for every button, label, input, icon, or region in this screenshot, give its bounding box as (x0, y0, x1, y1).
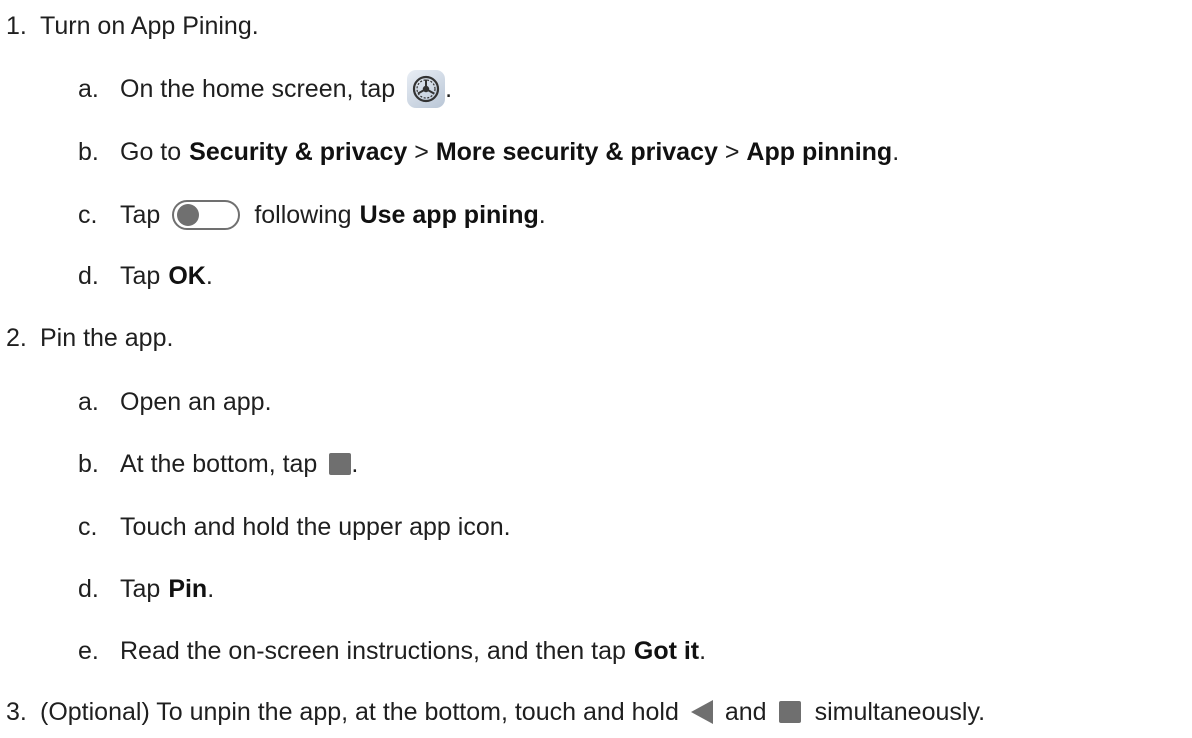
step-1: 1. Turn on App Pining. (0, 8, 259, 44)
step-1b: b. Go to Security & privacy > More secur… (78, 134, 899, 170)
step-2a: a. Open an app. (78, 384, 272, 420)
substep-text: Tap (120, 200, 161, 229)
step-text: Pin the app. (40, 323, 174, 352)
substep-text: Tap (120, 261, 161, 290)
substep-text-mid: following (254, 200, 352, 229)
path-separator: > (717, 137, 747, 166)
setting-use-app-pining: Use app pining (359, 200, 539, 229)
step-3: 3. (Optional) To unpin the app, at the b… (0, 694, 985, 730)
substep-text: Touch and hold the upper app icon. (120, 512, 511, 541)
step-2c: c. Touch and hold the upper app icon. (78, 509, 511, 545)
substep-suffix: . (205, 261, 213, 290)
substep-suffix: . (699, 636, 707, 665)
substep-letter: b. (78, 449, 99, 478)
step-text-end: simultaneously. (814, 697, 986, 726)
step-2b: b. At the bottom, tap . (78, 446, 358, 482)
substep-text-end: . (351, 449, 359, 478)
substep-letter: c. (78, 200, 98, 229)
step-2d: d. Tap Pin . (78, 571, 214, 607)
ok-label: OK (168, 261, 206, 290)
step-2e: e. Read the on-screen instructions, and … (78, 633, 706, 669)
substep-letter: a. (78, 387, 99, 416)
substep-suffix: . (538, 200, 546, 229)
step-number: 1. (6, 11, 27, 40)
step-number: 2. (6, 323, 27, 352)
substep-text: On the home screen, tap (120, 74, 396, 103)
substep-prefix: Go to (120, 137, 182, 166)
substep-letter: d. (78, 261, 99, 290)
step-2: 2. Pin the app. (0, 320, 173, 356)
substep-letter: d. (78, 574, 99, 603)
step-text: (Optional) To unpin the app, at the bott… (40, 697, 679, 726)
menu-path-more-security: More security & privacy (435, 137, 718, 166)
back-triangle-icon (690, 700, 713, 724)
step-number: 3. (6, 697, 27, 726)
step-1c: c. Tap following Use app pining . (78, 197, 546, 233)
got-it-label: Got it (633, 636, 700, 665)
substep-letter: a. (78, 74, 99, 103)
menu-path-app-pinning: App pinning (746, 137, 893, 166)
substep-letter: e. (78, 636, 99, 665)
recents-square-icon (778, 701, 801, 723)
substep-letter: b. (78, 137, 99, 166)
substep-letter: c. (78, 512, 98, 541)
substep-suffix: . (892, 137, 900, 166)
substep-text-end: . (445, 74, 453, 103)
path-separator: > (407, 137, 436, 166)
step-text: Turn on App Pining. (40, 11, 259, 40)
recents-square-icon (329, 453, 352, 475)
substep-suffix: . (207, 574, 215, 603)
substep-text: At the bottom, tap (120, 449, 318, 478)
step-1a: a. On the home screen, tap . (78, 70, 453, 108)
substep-text: Tap (120, 574, 161, 603)
pin-label: Pin (168, 574, 208, 603)
substep-text: Read the on-screen instructions, and the… (120, 636, 626, 665)
substep-text: Open an app. (120, 387, 272, 416)
settings-icon (407, 70, 446, 108)
step-text-mid: and (724, 697, 767, 726)
toggle-off-icon (172, 200, 241, 230)
step-1d: d. Tap OK . (78, 258, 213, 294)
menu-path-security-privacy: Security & privacy (189, 137, 408, 166)
